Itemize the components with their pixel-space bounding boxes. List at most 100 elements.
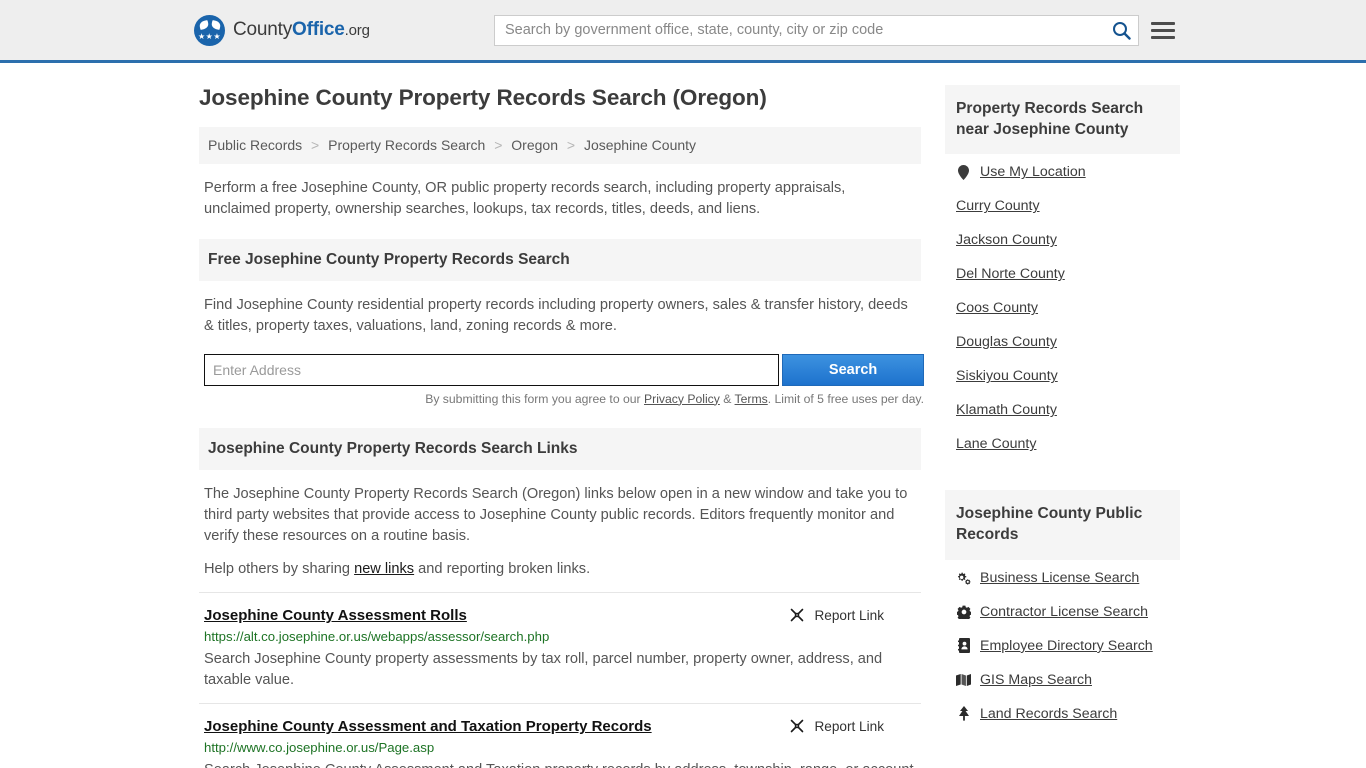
breadcrumb-item-oregon[interactable]: Oregon xyxy=(511,137,558,153)
form-fineprint: By submitting this form you agree to our… xyxy=(204,392,924,406)
cogs-icon xyxy=(956,571,971,585)
sidebar-item-del-norte-county[interactable]: Del Norte County xyxy=(956,266,1180,282)
nearby-search-list: Use My Location Curry County Jackson Cou… xyxy=(945,154,1180,452)
sidebar-link-label[interactable]: Siskiyou County xyxy=(956,368,1058,384)
main-content: Josephine County Property Records Search… xyxy=(199,85,924,768)
brand-text-org: .org xyxy=(344,22,370,39)
hamburger-bar xyxy=(1151,28,1175,32)
page-body: Josephine County Property Records Search… xyxy=(0,63,1366,768)
sidebar-item-lane-county[interactable]: Lane County xyxy=(956,436,1180,452)
link-entry-url: https://alt.co.josephine.or.us/webapps/a… xyxy=(204,629,550,645)
sidebar-link-label[interactable]: GIS Maps Search xyxy=(980,672,1092,688)
address-book-icon xyxy=(956,638,971,654)
sidebar-item-curry-county[interactable]: Curry County xyxy=(956,198,1180,214)
link-entry-title[interactable]: Josephine County Assessment and Taxation… xyxy=(204,718,652,735)
fineprint-text-before: By submitting this form you agree to our xyxy=(425,391,644,406)
free-search-heading: Free Josephine County Property Records S… xyxy=(199,239,921,282)
page-intro-text: Perform a free Josephine County, OR publ… xyxy=(204,179,846,217)
site-header: ★★★ CountyOffice.org xyxy=(0,0,1366,63)
sidebar-link-label[interactable]: Lane County xyxy=(956,436,1036,452)
sidebar-link-label[interactable]: Employee Directory Search xyxy=(980,638,1153,654)
sidebar-item-business-license-search[interactable]: Business License Search xyxy=(956,570,1180,586)
breadcrumb-separator: > xyxy=(566,137,576,153)
public-records-heading: Josephine County Public Records xyxy=(945,490,1180,560)
free-search-description: Find Josephine County residential proper… xyxy=(204,297,908,335)
free-search-body: Find Josephine County residential proper… xyxy=(199,281,924,406)
gear-icon xyxy=(956,605,971,619)
terms-link[interactable]: Terms xyxy=(735,392,768,406)
sidebar-item-contractor-license-search[interactable]: Contractor License Search xyxy=(956,604,1180,620)
report-link-button[interactable]: Report Link xyxy=(789,607,916,623)
sidebar-link-label[interactable]: Coos County xyxy=(956,300,1038,316)
sidebar-link-label[interactable]: Business License Search xyxy=(980,570,1139,586)
brand-wordmark: CountyOffice.org xyxy=(233,19,370,41)
address-search-form: Search xyxy=(204,353,924,386)
map-pin-icon xyxy=(956,164,971,180)
sidebar-link-label[interactable]: Jackson County xyxy=(956,232,1057,248)
address-input[interactable] xyxy=(204,353,780,386)
hamburger-menu-icon[interactable] xyxy=(1151,21,1175,39)
brand-text-county: County xyxy=(233,19,293,40)
sidebar-item-employee-directory-search[interactable]: Employee Directory Search xyxy=(956,638,1180,654)
broken-link-icon xyxy=(791,720,804,733)
links-section-paragraph-2: Help others by sharing new links and rep… xyxy=(204,559,916,580)
link-entry-description: Search Josephine County property assessm… xyxy=(204,651,883,689)
brand-text-office: Office xyxy=(292,19,345,40)
page-title: Josephine County Property Records Search… xyxy=(199,85,767,110)
share-text-after: and reporting broken links. xyxy=(414,561,591,578)
breadcrumb-separator: > xyxy=(311,137,320,153)
breadcrumb-separator: > xyxy=(494,137,503,153)
sidebar-item-douglas-county[interactable]: Douglas County xyxy=(956,334,1180,350)
link-entry-header: Josephine County Assessment Rolls Report… xyxy=(204,607,916,624)
fineprint-amp: & xyxy=(719,391,735,406)
breadcrumb-item-public-records[interactable]: Public Records xyxy=(208,137,302,153)
sidebar-item-land-records-search[interactable]: Land Records Search xyxy=(956,706,1180,722)
countyoffice-logo-icon: ★★★ xyxy=(194,14,225,46)
link-entry: Josephine County Assessment and Taxation… xyxy=(199,703,921,768)
nearby-search-heading: Property Records Search near Josephine C… xyxy=(945,85,1180,155)
report-link-label: Report Link xyxy=(814,607,884,623)
sidebar-link-label[interactable]: Klamath County xyxy=(956,402,1057,418)
sidebar-link-label[interactable]: Use My Location xyxy=(980,164,1086,180)
public-records-list: Business License Search Contractor Licen… xyxy=(945,560,1180,722)
breadcrumb-item-josephine-county[interactable]: Josephine County xyxy=(584,137,696,153)
hamburger-bar xyxy=(1151,21,1175,25)
links-section-paragraph-1: The Josephine County Property Records Se… xyxy=(204,485,908,544)
breadcrumb-item-property-records-search[interactable]: Property Records Search xyxy=(328,137,485,153)
sidebar-item-klamath-county[interactable]: Klamath County xyxy=(956,402,1180,418)
share-text-before: Help others by sharing xyxy=(204,561,355,578)
sidebar-link-label[interactable]: Douglas County xyxy=(956,334,1057,350)
sidebar-item-siskiyou-county[interactable]: Siskiyou County xyxy=(956,368,1180,384)
header-search-box[interactable] xyxy=(494,14,1139,46)
tree-icon xyxy=(956,706,971,722)
search-submit-button[interactable] xyxy=(1104,16,1138,45)
sidebar: Property Records Search near Josephine C… xyxy=(945,85,1180,740)
site-logo[interactable]: ★★★ CountyOffice.org xyxy=(194,14,370,46)
link-entry-url: http://www.co.josephine.or.us/Page.asp xyxy=(204,740,435,756)
report-link-label: Report Link xyxy=(814,718,884,734)
privacy-policy-link[interactable]: Privacy Policy xyxy=(644,392,720,406)
links-section-heading: Josephine County Property Records Search… xyxy=(199,427,921,470)
sidebar-link-label[interactable]: Del Norte County xyxy=(956,266,1065,282)
address-search-button[interactable]: Search xyxy=(782,353,924,386)
global-search-input[interactable] xyxy=(495,15,1104,45)
sidebar-link-label[interactable]: Curry County xyxy=(956,198,1040,214)
broken-link-icon xyxy=(791,608,804,622)
fineprint-text-after: . Limit of 5 free uses per day. xyxy=(767,391,924,406)
link-entry-title[interactable]: Josephine County Assessment Rolls xyxy=(204,607,467,624)
report-link-button[interactable]: Report Link xyxy=(789,718,916,734)
link-entry-header: Josephine County Assessment and Taxation… xyxy=(204,718,916,735)
sidebar-item-use-my-location[interactable]: Use My Location xyxy=(956,164,1180,180)
sidebar-item-coos-county[interactable]: Coos County xyxy=(956,300,1180,316)
hamburger-bar xyxy=(1151,35,1175,39)
new-links-link[interactable]: new links xyxy=(354,561,414,577)
map-icon xyxy=(956,673,971,687)
links-section-body: The Josephine County Property Records Se… xyxy=(199,470,921,581)
sidebar-item-gis-maps-search[interactable]: GIS Maps Search xyxy=(956,672,1180,688)
sidebar-link-label[interactable]: Land Records Search xyxy=(980,706,1117,722)
sidebar-item-jackson-county[interactable]: Jackson County xyxy=(956,232,1180,248)
breadcrumb: Public Records > Property Records Search… xyxy=(199,127,921,164)
sidebar-link-label[interactable]: Contractor License Search xyxy=(980,604,1148,620)
search-icon xyxy=(1112,21,1131,40)
